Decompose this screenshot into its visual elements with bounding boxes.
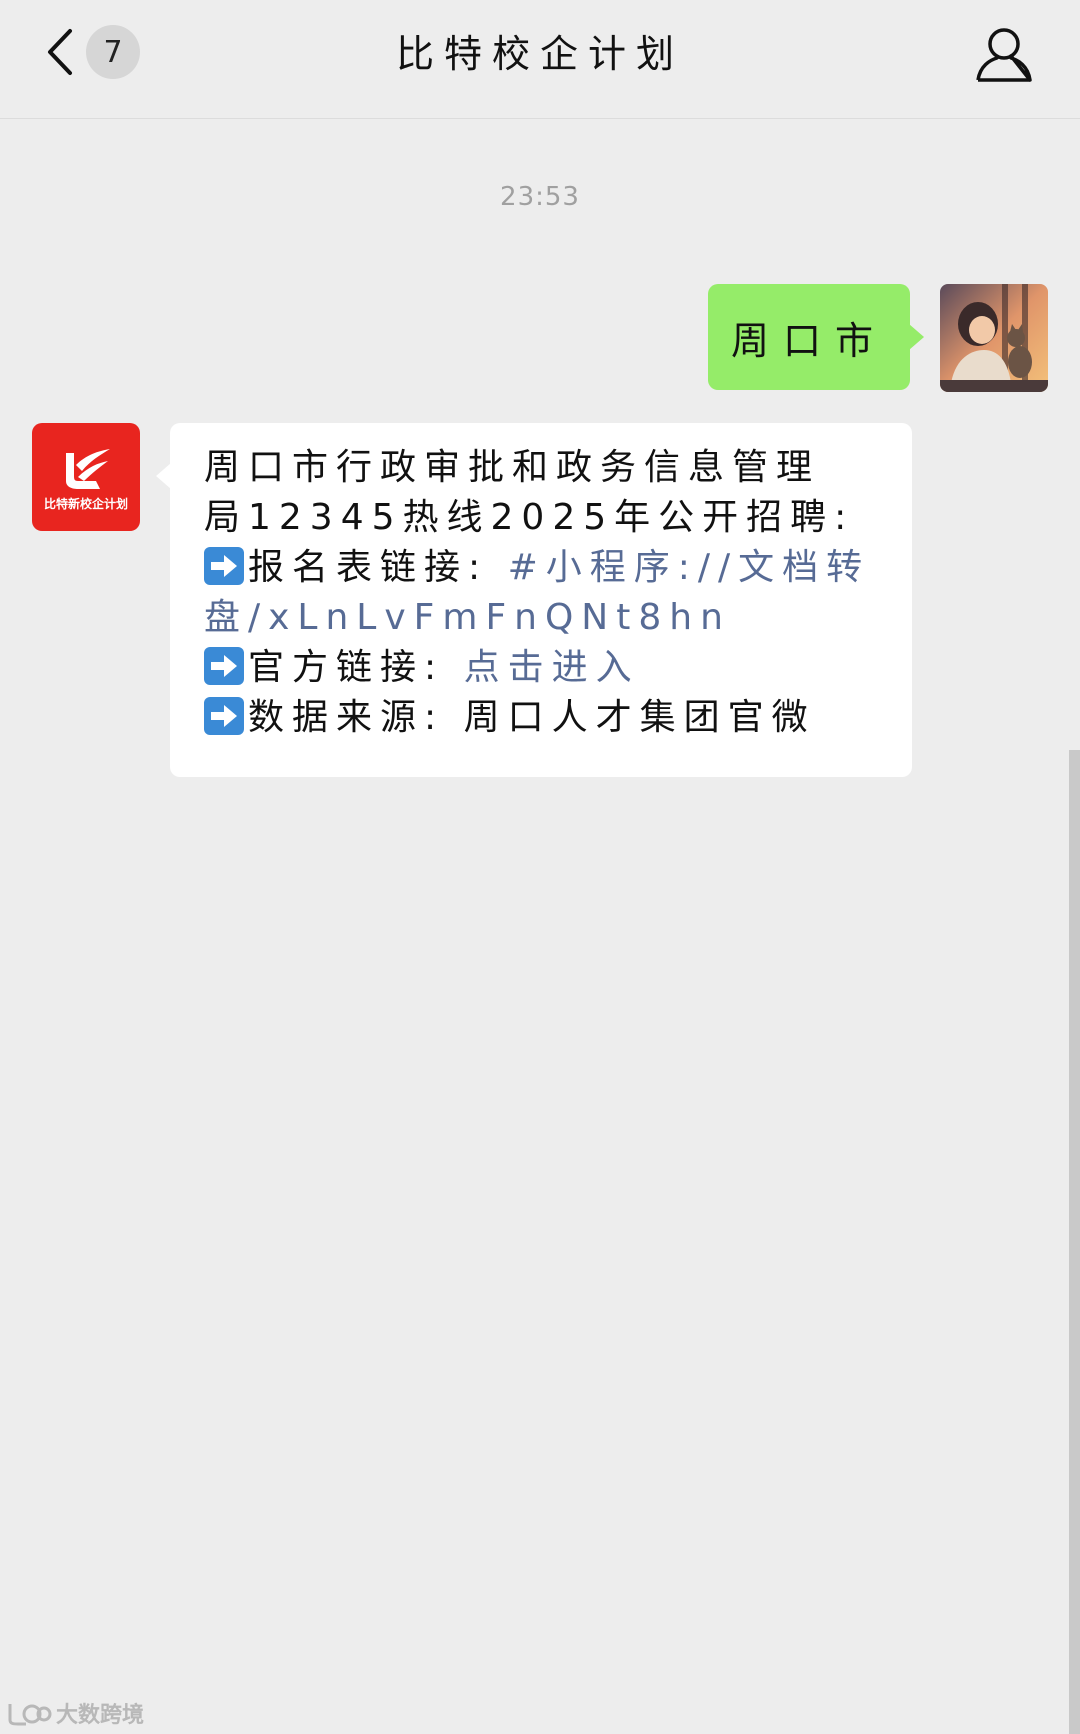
chat-header: 7 比特校企计划 (0, 0, 1080, 119)
signup-form-label: 报名表链接: (248, 547, 508, 588)
person-icon (976, 28, 1032, 82)
official-link-label: 官方链接: (248, 647, 464, 688)
sender-avatar[interactable]: 比特新校企计划 (32, 423, 140, 531)
chat-page: 7 比特校企计划 23:53 周口市 比特新校企计划 周口市行政审批和政务信息管… (0, 0, 1080, 1734)
sender-logo-text: 比特新校企计划 (43, 497, 128, 511)
official-link[interactable]: 点击进入 (464, 647, 640, 688)
outgoing-message-bubble[interactable]: 周口市 (708, 284, 924, 390)
watermark-text: 大数跨境 (56, 1703, 145, 1728)
data-source-label: 数据来源: (248, 697, 464, 738)
outgoing-message-text: 周口市 (730, 318, 887, 363)
message-line: 盘/xLnLvFmFnQNt8hn (204, 593, 878, 643)
signup-form-link-continued[interactable]: 盘/xLnLvFmFnQNt8hn (204, 597, 731, 638)
right-arrow-icon (204, 547, 244, 585)
message-line: 周口市行政审批和政务信息管理 (204, 447, 821, 488)
right-arrow-icon (204, 697, 244, 735)
sender-logo-icon (66, 449, 110, 489)
message-line: 官方链接: 点击进入 (204, 643, 878, 693)
watermark: 大数跨境 (6, 1696, 144, 1730)
message-line: 数据来源: 周口人才集团官微 (204, 693, 878, 743)
scrollbar[interactable] (1069, 750, 1080, 1734)
chat-title: 比特校企计划 (395, 32, 684, 76)
message-line: 局12345热线2025年公开招聘: (204, 497, 855, 538)
chevron-left-icon (48, 29, 72, 75)
avatar-image (940, 284, 1048, 392)
my-avatar[interactable] (940, 284, 1048, 392)
back-button[interactable] (36, 24, 86, 80)
incoming-message-bubble[interactable]: 周口市行政审批和政务信息管理 局12345热线2025年公开招聘: 报名表链接:… (156, 423, 912, 777)
data-source-value: 周口人才集团官微 (463, 697, 816, 738)
watermark-logo-icon (8, 1704, 52, 1726)
unread-count-badge[interactable]: 7 (86, 25, 140, 79)
signup-form-link[interactable]: #小程序://文档转 (508, 547, 871, 588)
message-timestamp: 23:53 (500, 182, 580, 212)
chat-info-button[interactable] (972, 22, 1036, 86)
message-line: 报名表链接: #小程序://文档转 (204, 543, 878, 593)
right-arrow-icon (204, 647, 244, 685)
